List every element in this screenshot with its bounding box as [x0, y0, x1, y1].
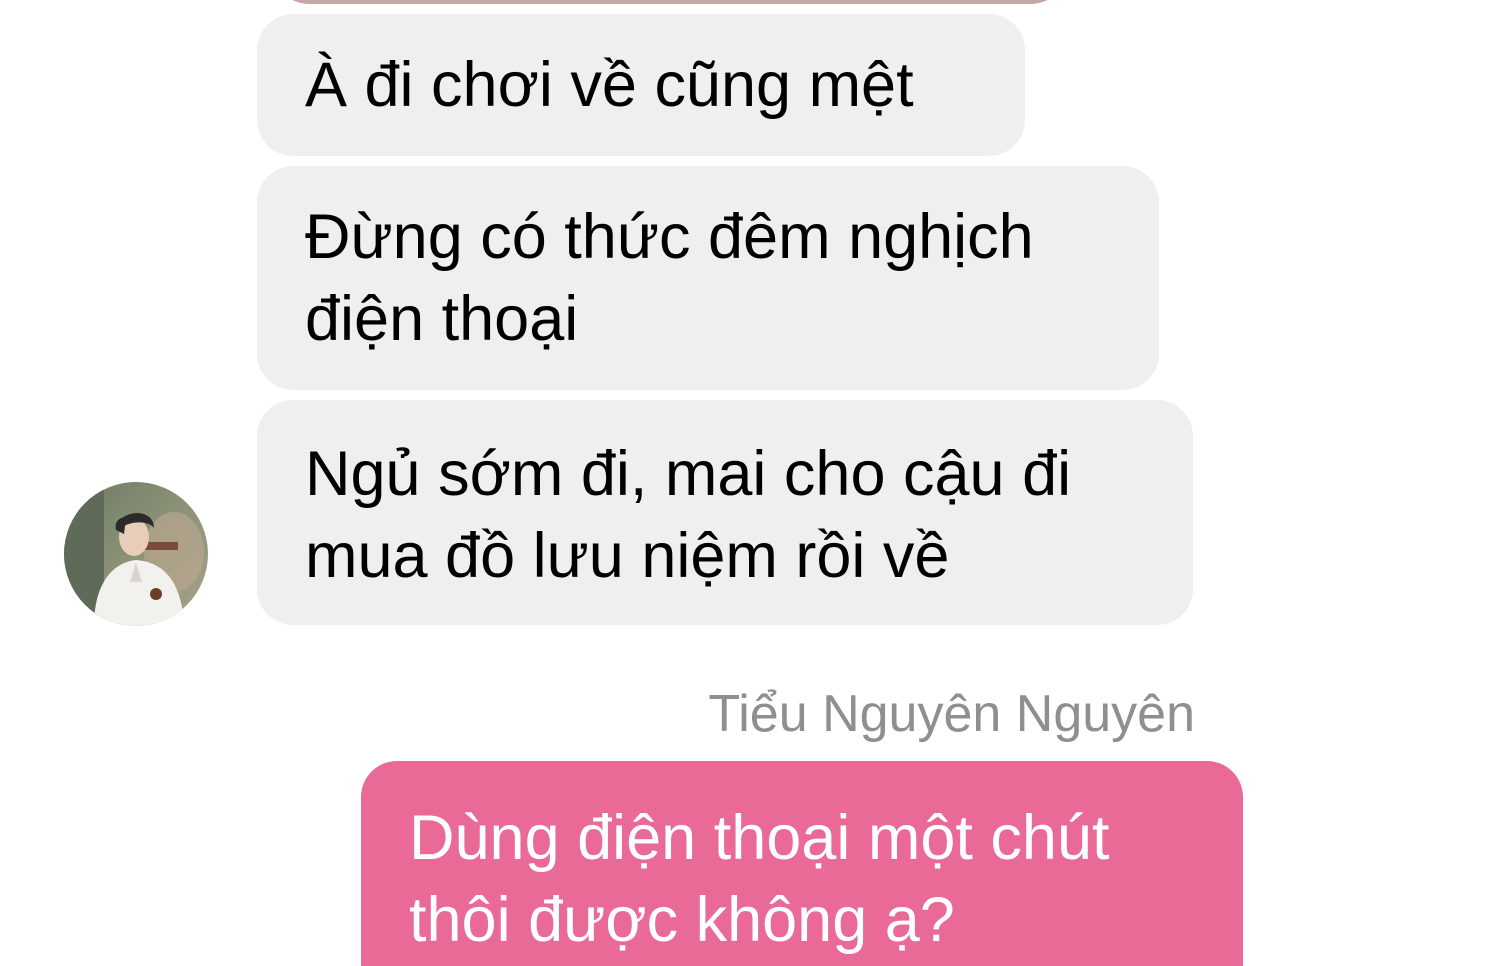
chat-thread: À đi chơi về cũng mệt Đừng có thức đêm n…	[0, 0, 1500, 966]
avatar-photo	[64, 482, 208, 626]
incoming-message-bubble[interactable]: Ngủ sớm đi, mai cho cậu đi mua đồ lưu ni…	[257, 400, 1193, 625]
contact-avatar[interactable]	[64, 482, 208, 626]
incoming-message-bubble[interactable]: Đừng có thức đêm nghịch điện thoại	[257, 166, 1159, 390]
outgoing-message-bubble[interactable]: Dùng điện thoại một chút thôi được không…	[361, 761, 1243, 966]
sender-name: Tiểu Nguyên Nguyên	[708, 685, 1195, 743]
previous-message-bubble[interactable]	[270, 0, 1070, 4]
incoming-message-bubble[interactable]: À đi chơi về cũng mệt	[257, 14, 1025, 156]
